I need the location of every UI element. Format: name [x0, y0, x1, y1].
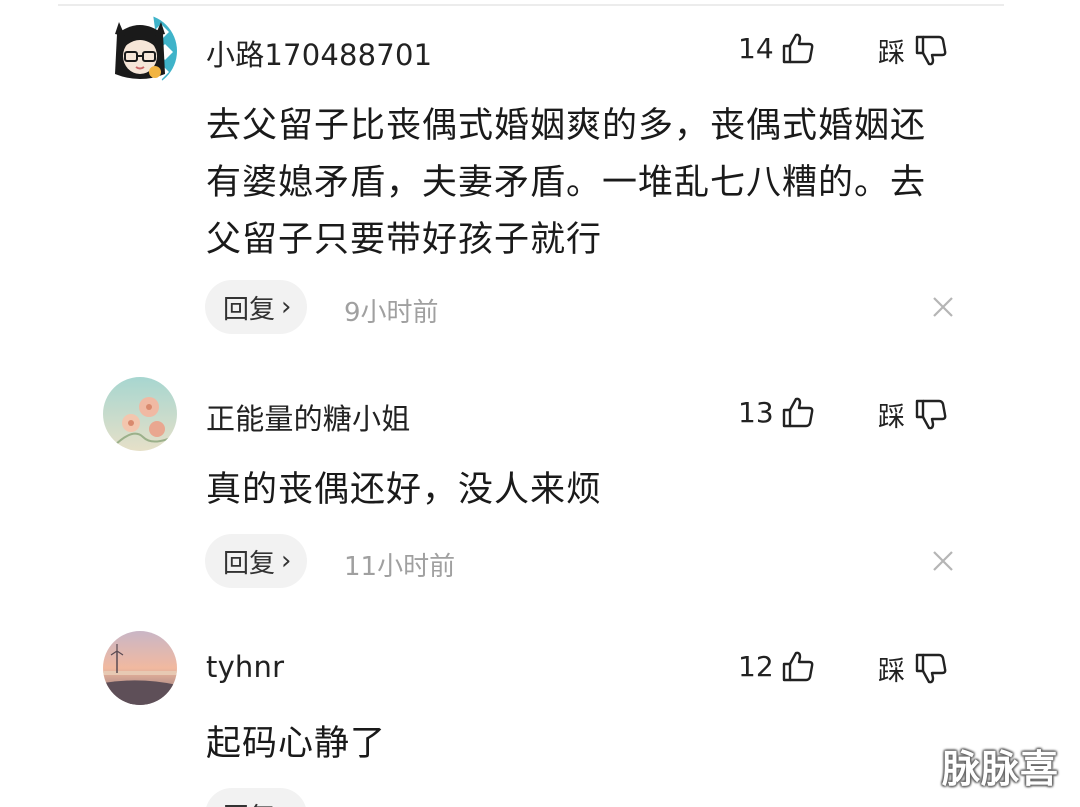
username[interactable]: 小路170488701	[206, 32, 432, 74]
close-icon[interactable]	[930, 548, 956, 574]
comment-content: 去父留子比丧偶式婚姻爽的多，丧偶式婚姻还 有婆媳矛盾，夫妻矛盾。一堆乱七八糟的。…	[206, 98, 966, 269]
username[interactable]: tyhnr	[206, 650, 284, 684]
reply-label: 回复	[223, 294, 276, 325]
dislike-button[interactable]: 踩	[878, 395, 949, 434]
thumbs-up-icon	[782, 33, 814, 64]
content-line: 去父留子比丧偶式婚姻爽的多，丧偶式婚姻还	[206, 106, 927, 146]
content-line: 起码心静了	[206, 724, 387, 764]
thumbs-down-icon	[915, 399, 947, 429]
comment-content: 起码心静了	[206, 716, 966, 773]
content-line: 父留子只要带好孩子就行	[206, 220, 603, 260]
timestamp: 11小时前	[344, 552, 456, 582]
like-count: 13	[738, 395, 774, 429]
username[interactable]: 正能量的糖小姐	[206, 396, 410, 438]
dislike-label: 踩	[878, 402, 905, 433]
content-line: 真的丧偶还好，没人来烦	[206, 470, 603, 510]
watermark: 脉脉喜	[942, 747, 1060, 791]
thumbs-up-icon	[782, 651, 814, 682]
avatar[interactable]	[103, 14, 177, 88]
like-count: 14	[738, 31, 774, 65]
chevron-right-icon: ›	[281, 292, 292, 322]
thumbs-down-icon	[915, 653, 947, 683]
like-button[interactable]: 13	[738, 394, 816, 430]
reply-button[interactable]: 回复 ›	[205, 280, 308, 334]
content-line: 有婆媳矛盾，夫妻矛盾。一堆乱七八糟的。去	[206, 163, 927, 203]
dislike-button[interactable]: 踩	[878, 649, 949, 688]
like-button[interactable]: 14	[738, 30, 816, 66]
like-button[interactable]: 12	[738, 648, 816, 684]
reply-label: 回复	[223, 548, 276, 579]
chevron-right-icon: ›	[281, 800, 291, 807]
thumbs-up-icon	[782, 397, 814, 428]
reply-button[interactable]: 回复 ›	[205, 788, 308, 807]
comment-content: 真的丧偶还好，没人来烦	[206, 462, 966, 519]
dislike-label: 踩	[878, 38, 905, 69]
dislike-button[interactable]: 踩	[878, 31, 949, 70]
avatar[interactable]	[103, 377, 177, 451]
reply-button[interactable]: 回复 ›	[205, 534, 308, 588]
like-count: 12	[738, 649, 774, 683]
thumbs-down-icon	[915, 35, 947, 65]
close-icon[interactable]	[930, 294, 956, 320]
avatar[interactable]	[103, 631, 177, 705]
top-divider	[58, 4, 1004, 6]
chevron-right-icon: ›	[281, 546, 292, 576]
reply-label: 回复	[223, 797, 275, 807]
timestamp: 9小时前	[344, 298, 439, 328]
dislike-label: 踩	[878, 656, 905, 687]
